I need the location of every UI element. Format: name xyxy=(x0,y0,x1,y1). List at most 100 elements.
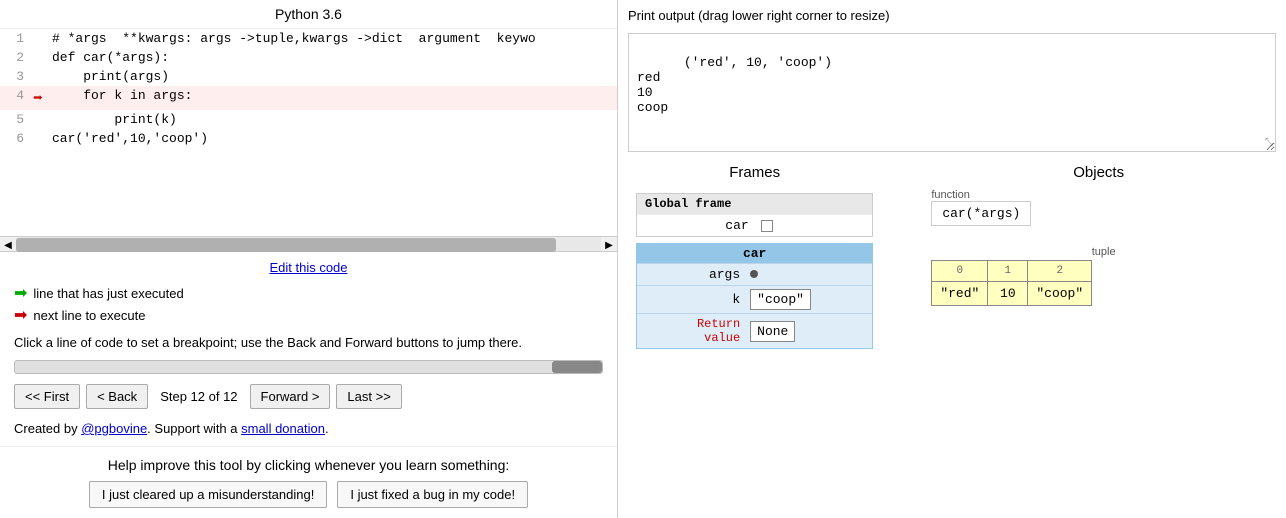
tuple-index-row: 0 1 2 xyxy=(932,261,1092,282)
frames-column: Frames Global frame car car xyxy=(628,160,881,510)
line-text-1: # *args **kwargs: args ->tuple,kwargs ->… xyxy=(48,29,617,48)
forward-button[interactable]: Forward > xyxy=(250,384,331,409)
car-val-args xyxy=(750,267,864,282)
code-row-6[interactable]: 6car('red',10,'coop') xyxy=(0,129,617,148)
print-output-label: Print output (drag lower right corner to… xyxy=(628,8,1276,23)
legend-area: ➡ line that has just executed ➡ next lin… xyxy=(0,279,617,331)
progress-bar-area xyxy=(0,356,617,378)
tuple-index-1: 1 xyxy=(988,261,1028,282)
line-arrow-5 xyxy=(28,110,48,129)
legend-green-text: line that has just executed xyxy=(33,286,183,301)
code-row-2[interactable]: 2 def car(*args): xyxy=(0,48,617,67)
red-arrow-icon: ➡ xyxy=(14,305,27,325)
resize-handle-icon[interactable]: ⤡ xyxy=(1265,137,1273,149)
line-num-5: 5 xyxy=(0,110,28,129)
car-frame-row-args: args xyxy=(637,263,872,285)
panel-title: Python 3.6 xyxy=(0,0,617,29)
return-value: None xyxy=(750,321,795,342)
scroll-right-arrow[interactable]: ▶ xyxy=(601,237,617,253)
global-frame-title: Global frame xyxy=(637,194,872,214)
scroll-left-arrow[interactable]: ◀ xyxy=(0,237,16,253)
line-num-2: 2 xyxy=(0,48,28,67)
k-value: "coop" xyxy=(750,289,811,310)
creator-link[interactable]: @pgbovine xyxy=(81,421,147,436)
tuple-label: tuple xyxy=(931,246,1276,258)
code-row-5[interactable]: 5 print(k) xyxy=(0,110,617,129)
car-var-args: args xyxy=(645,267,750,282)
help-btn-1[interactable]: I just cleared up a misunderstanding! xyxy=(89,481,327,508)
global-frame-row-car: car xyxy=(637,214,872,236)
tuple-val-1: 10 xyxy=(988,282,1028,306)
car-frame-row-return: Returnvalue None xyxy=(637,313,872,348)
car-val-return: None xyxy=(750,321,864,342)
last-button[interactable]: Last >> xyxy=(336,384,401,409)
back-button[interactable]: < Back xyxy=(86,384,148,409)
tuple-table: 0 1 2 "red" 10 "coop" xyxy=(931,260,1092,306)
print-output-text: ('red', 10, 'coop') red 10 coop xyxy=(637,55,832,115)
line-arrow-3 xyxy=(28,67,48,86)
green-arrow-icon: ➡ xyxy=(14,283,27,303)
tuple-val-0: "red" xyxy=(932,282,988,306)
tuple-container: tuple 0 1 2 "red" 10 "coop" xyxy=(931,246,1276,306)
horizontal-scrollbar[interactable]: ◀ ▶ xyxy=(0,236,617,252)
line-arrow-1 xyxy=(28,29,48,48)
code-row-4[interactable]: 4 ➡ for k in args: xyxy=(0,86,617,110)
help-area: Help improve this tool by clicking whene… xyxy=(0,446,617,518)
global-val-car xyxy=(761,220,865,232)
objects-column: Objects function car(*args) tuple 0 1 2 xyxy=(881,160,1276,510)
created-by: Created by @pgbovine. Support with a sma… xyxy=(0,415,617,442)
car-var-k: k xyxy=(645,292,750,307)
legend-red-text: next line to execute xyxy=(33,308,145,323)
line-text-5: print(k) xyxy=(48,110,617,129)
edit-link-area: Edit this code xyxy=(0,252,617,279)
args-pointer-dot xyxy=(750,270,758,278)
tuple-value-row: "red" 10 "coop" xyxy=(932,282,1092,306)
print-output-box[interactable]: ('red', 10, 'coop') red 10 coop ⤡ xyxy=(628,33,1276,152)
code-table: 1 # *args **kwargs: args ->tuple,kwargs -… xyxy=(0,29,617,148)
tuple-index-0: 0 xyxy=(932,261,988,282)
frames-header: Frames xyxy=(628,160,881,189)
donation-link[interactable]: small donation xyxy=(241,421,325,436)
line-text-2: def car(*args): xyxy=(48,48,617,67)
function-label: function xyxy=(931,189,1276,201)
created-by-text: Created by xyxy=(14,421,81,436)
code-area: 1 # *args **kwargs: args ->tuple,kwargs -… xyxy=(0,29,617,236)
breakpoint-text: Click a line of code to set a breakpoint… xyxy=(0,331,617,356)
created-end-text: . xyxy=(325,421,329,436)
car-val-k: "coop" xyxy=(750,289,864,310)
car-frame-row-k: k "coop" xyxy=(637,285,872,313)
created-mid-text: . Support with a xyxy=(147,421,241,436)
code-row-1[interactable]: 1 # *args **kwargs: args ->tuple,kwargs -… xyxy=(0,29,617,48)
line-arrow-2 xyxy=(28,48,48,67)
scrollbar-thumb[interactable] xyxy=(16,238,556,252)
tuple-val-2: "coop" xyxy=(1028,282,1092,306)
line-num-3: 3 xyxy=(0,67,28,86)
global-var-car: car xyxy=(645,218,761,233)
red-line-arrow: ➡ xyxy=(33,90,43,108)
legend-green: ➡ line that has just executed xyxy=(14,283,603,303)
line-num-1: 1 xyxy=(0,29,28,48)
car-frame-title: car xyxy=(637,244,872,263)
function-container: function car(*args) xyxy=(931,189,1276,226)
line-text-4: for k in args: xyxy=(48,86,617,110)
first-button[interactable]: << First xyxy=(14,384,80,409)
progress-bar-track[interactable] xyxy=(14,360,603,374)
global-frame-box: Global frame car xyxy=(636,193,873,237)
code-row-3[interactable]: 3 print(args) xyxy=(0,67,617,86)
tuple-index-2: 2 xyxy=(1028,261,1092,282)
car-frame-box: car args k "coop" Returnvalu xyxy=(636,243,873,349)
visualization-area: Frames Global frame car car xyxy=(628,160,1276,510)
progress-bar-thumb[interactable] xyxy=(552,361,602,373)
line-text-6: car('red',10,'coop') xyxy=(48,129,617,148)
line-num-4: 4 xyxy=(0,86,28,110)
objects-header: Objects xyxy=(921,160,1276,189)
scrollbar-track xyxy=(16,237,601,251)
pointer-box xyxy=(761,220,773,232)
help-title: Help improve this tool by clicking whene… xyxy=(14,457,603,473)
edit-link[interactable]: Edit this code xyxy=(269,260,347,275)
right-panel: Print output (drag lower right corner to… xyxy=(618,0,1286,518)
help-buttons: I just cleared up a misunderstanding! I … xyxy=(14,481,603,508)
left-panel: Python 3.6 1 # *args **kwargs: args ->tup… xyxy=(0,0,618,518)
legend-red: ➡ next line to execute xyxy=(14,305,603,325)
help-btn-2[interactable]: I just fixed a bug in my code! xyxy=(337,481,528,508)
